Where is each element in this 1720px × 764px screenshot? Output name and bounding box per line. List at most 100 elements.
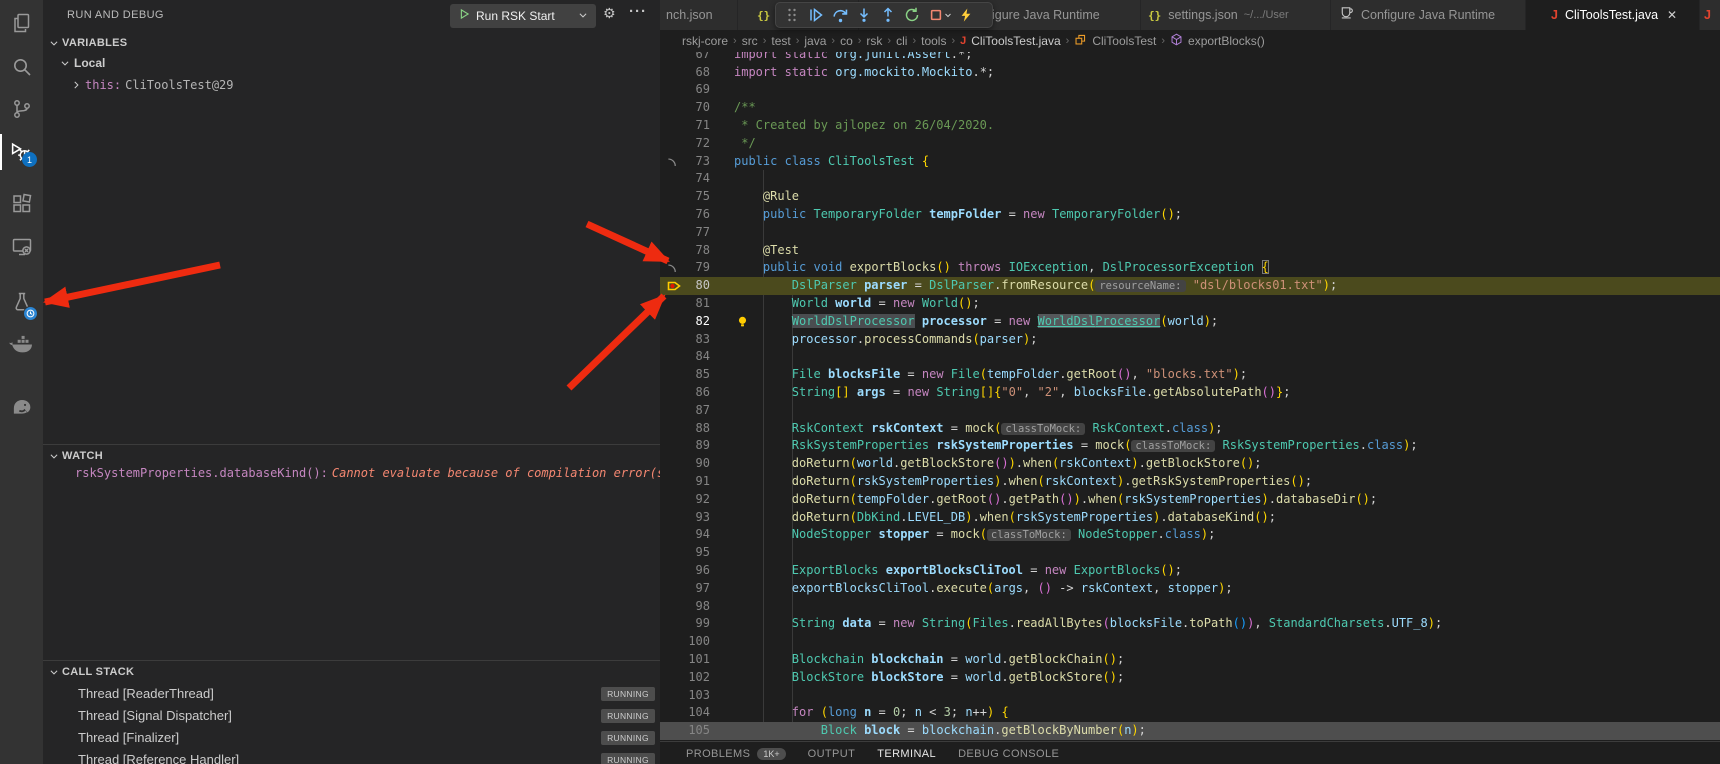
panel-tab-output[interactable]: OUTPUT — [808, 748, 856, 760]
call-stack-thread-row[interactable]: Thread [Signal Dispatcher]RUNNING — [43, 705, 660, 727]
breadcrumb-folder[interactable]: tools — [921, 34, 946, 48]
code-text: ExportBlocks exportBlocksCliTool = new E… — [734, 562, 1182, 580]
code-line-81[interactable]: 81 World world = new World(); — [660, 295, 1720, 313]
code-line-75[interactable]: 75 @Rule — [660, 188, 1720, 206]
step-into-icon[interactable] — [852, 4, 876, 26]
search-icon[interactable] — [0, 47, 43, 87]
watch-expression-row[interactable]: rskSystemProperties.databaseKind(): Cann… — [75, 466, 665, 480]
explorer-icon[interactable] — [0, 3, 43, 43]
code-line-68[interactable]: 68import static org.mockito.Mockito.*; — [660, 64, 1720, 82]
code-line-101[interactable]: 101 Blockchain blockchain = world.getBlo… — [660, 651, 1720, 669]
call-stack-thread-row[interactable]: Thread [ReaderThread]RUNNING — [43, 683, 660, 705]
code-text: public TemporaryFolder tempFolder = new … — [734, 206, 1182, 224]
step-over-icon[interactable] — [828, 4, 852, 26]
code-line-94[interactable]: 94 NodeStopper stopper = mock(classToMoc… — [660, 526, 1720, 544]
line-number: 75 — [660, 188, 710, 206]
code-line-67[interactable]: 67import static org.junit.Assert.*; — [660, 52, 1720, 64]
run-and-debug-icon[interactable] — [0, 132, 43, 172]
json-file-icon: {} — [757, 9, 770, 22]
watch-section-header[interactable]: WATCH — [43, 447, 666, 465]
code-line-91[interactable]: 91 doReturn(rskSystemProperties).when(rs… — [660, 473, 1720, 491]
code-line-88[interactable]: 88 RskContext rskContext = mock(classToM… — [660, 420, 1720, 438]
breadcrumb-file[interactable]: CliToolsTest.java — [971, 34, 1060, 48]
variables-scope-local[interactable]: Local — [60, 56, 105, 70]
tab-active-CliToolsTest.java[interactable]: JCliToolsTest.java✕ — [1526, 0, 1699, 30]
call-stack-thread-row[interactable]: Thread [Reference Handler]RUNNING — [43, 749, 660, 764]
code-line-73[interactable]: 73public class CliToolsTest { — [660, 153, 1720, 171]
code-line-85[interactable]: 85 File blocksFile = new File(tempFolder… — [660, 366, 1720, 384]
source-control-icon[interactable] — [0, 89, 43, 129]
breadcrumb-method[interactable]: exportBlocks() — [1188, 34, 1265, 48]
code-line-69[interactable]: 69 — [660, 81, 1720, 99]
breadcrumb-folder[interactable]: src — [742, 34, 758, 48]
test-pending-clock-badge — [23, 306, 38, 321]
code-line-96[interactable]: 96 ExportBlocks exportBlocksCliTool = ne… — [660, 562, 1720, 580]
code-line-89[interactable]: 89 RskSystemProperties rskSystemProperti… — [660, 437, 1720, 455]
step-out-icon[interactable] — [876, 4, 900, 26]
code-line-97[interactable]: 97 exportBlocksCliTool.execute(args, () … — [660, 580, 1720, 598]
code-line-95[interactable]: 95 — [660, 544, 1720, 562]
code-line-70[interactable]: 70/** — [660, 99, 1720, 117]
restart-icon[interactable] — [900, 4, 924, 26]
code-line-71[interactable]: 71 * Created by ajlopez on 26/04/2020. — [660, 117, 1720, 135]
code-line-104[interactable]: 104 for (long n = 0; n < 3; n++) { — [660, 704, 1720, 722]
breadcrumb-folder[interactable]: java — [804, 34, 826, 48]
code-line-103[interactable]: 103 — [660, 687, 1720, 705]
extensions-icon[interactable] — [0, 184, 43, 224]
thread-name: Thread [ReaderThread] — [78, 686, 214, 701]
breadcrumb-folder[interactable]: test — [771, 34, 790, 48]
code-line-86[interactable]: 86 String[] args = new String[]{"0", "2"… — [660, 384, 1720, 402]
code-line-72[interactable]: 72 */ — [660, 135, 1720, 153]
debug-toolbar — [775, 2, 993, 28]
tab-close-icon[interactable]: ✕ — [1667, 8, 1677, 22]
code-line-105[interactable]: 105 Block block = blockchain.getBlockByN… — [660, 722, 1720, 740]
code-line-87[interactable]: 87 — [660, 402, 1720, 420]
stop-options-chevron-icon[interactable] — [944, 4, 954, 26]
call-stack-thread-row[interactable]: Thread [Finalizer]RUNNING — [43, 727, 660, 749]
panel-tab-problems[interactable]: PROBLEMS1K+ — [686, 748, 786, 760]
code-line-74[interactable]: 74 — [660, 170, 1720, 188]
remote-explorer-icon[interactable] — [0, 227, 43, 267]
code-line-98[interactable]: 98 — [660, 598, 1720, 616]
tab-nch.json[interactable]: nch.json — [660, 0, 737, 30]
code-line-79[interactable]: 79 public void exportBlocks() throws IOE… — [660, 259, 1720, 277]
variable-this-row[interactable]: this: CliToolsTest@29 — [71, 78, 234, 92]
code-line-102[interactable]: 102 BlockStore blockStore = world.getBlo… — [660, 669, 1720, 687]
tab-settings.json[interactable]: {}settings.json~/.../User — [1141, 0, 1330, 30]
breadcrumb-folder[interactable]: rskj-core — [682, 34, 728, 48]
code-line-84[interactable]: 84 — [660, 348, 1720, 366]
gradle-icon[interactable] — [0, 386, 43, 426]
line-number: 67 — [660, 52, 710, 64]
code-line-83[interactable]: 83 processor.processCommands(parser); — [660, 331, 1720, 349]
code-line-99[interactable]: 99 String data = new String(Files.readAl… — [660, 615, 1720, 633]
line-number: 90 — [660, 455, 710, 473]
code-line-90[interactable]: 90 doReturn(world.getBlockStore()).when(… — [660, 455, 1720, 473]
tab-hidden[interactable]: J — [1700, 0, 1720, 30]
breadcrumb-folder[interactable]: cli — [896, 34, 907, 48]
breadcrumb-folder[interactable]: rsk — [866, 34, 882, 48]
breadcrumb-folder[interactable]: co — [840, 34, 853, 48]
code-line-93[interactable]: 93 doReturn(DbKind.LEVEL_DB).when(rskSys… — [660, 509, 1720, 527]
code-line-78[interactable]: 78 @Test — [660, 242, 1720, 260]
line-number: 87 — [660, 402, 710, 420]
gear-icon[interactable]: ⚙ — [603, 6, 616, 22]
code-line-82[interactable]: 82 WorldDslProcessor processor = new Wor… — [660, 313, 1720, 331]
code-line-76[interactable]: 76 public TemporaryFolder tempFolder = n… — [660, 206, 1720, 224]
tab-Configure Java Runtime[interactable]: Configure Java Runtime — [1331, 0, 1525, 30]
docker-icon[interactable] — [0, 325, 43, 365]
code-line-100[interactable]: 100 — [660, 633, 1720, 651]
panel-tab-terminal[interactable]: TERMINAL — [877, 748, 936, 760]
continue-icon[interactable] — [804, 4, 828, 26]
code-editor[interactable]: 67import static org.junit.Assert.*;68imp… — [660, 52, 1720, 741]
run-config-button[interactable]: Run RSK Start — [450, 4, 596, 28]
code-line-92[interactable]: 92 doReturn(tempFolder.getRoot().getPath… — [660, 491, 1720, 509]
variables-section-header[interactable]: VARIABLES — [43, 34, 666, 52]
more-actions-icon[interactable]: ··· — [629, 3, 647, 20]
breadcrumb-separator: › — [1161, 35, 1165, 47]
call-stack-section-header[interactable]: CALL STACK — [43, 663, 666, 681]
breadcrumb-class[interactable]: CliToolsTest — [1092, 34, 1156, 48]
code-line-80[interactable]: 80 DslParser parser = DslParser.fromReso… — [660, 277, 1720, 295]
code-line-77[interactable]: 77 — [660, 224, 1720, 242]
panel-tab-debug-console[interactable]: DEBUG CONSOLE — [958, 748, 1059, 760]
hot-code-replace-icon[interactable] — [954, 4, 978, 26]
